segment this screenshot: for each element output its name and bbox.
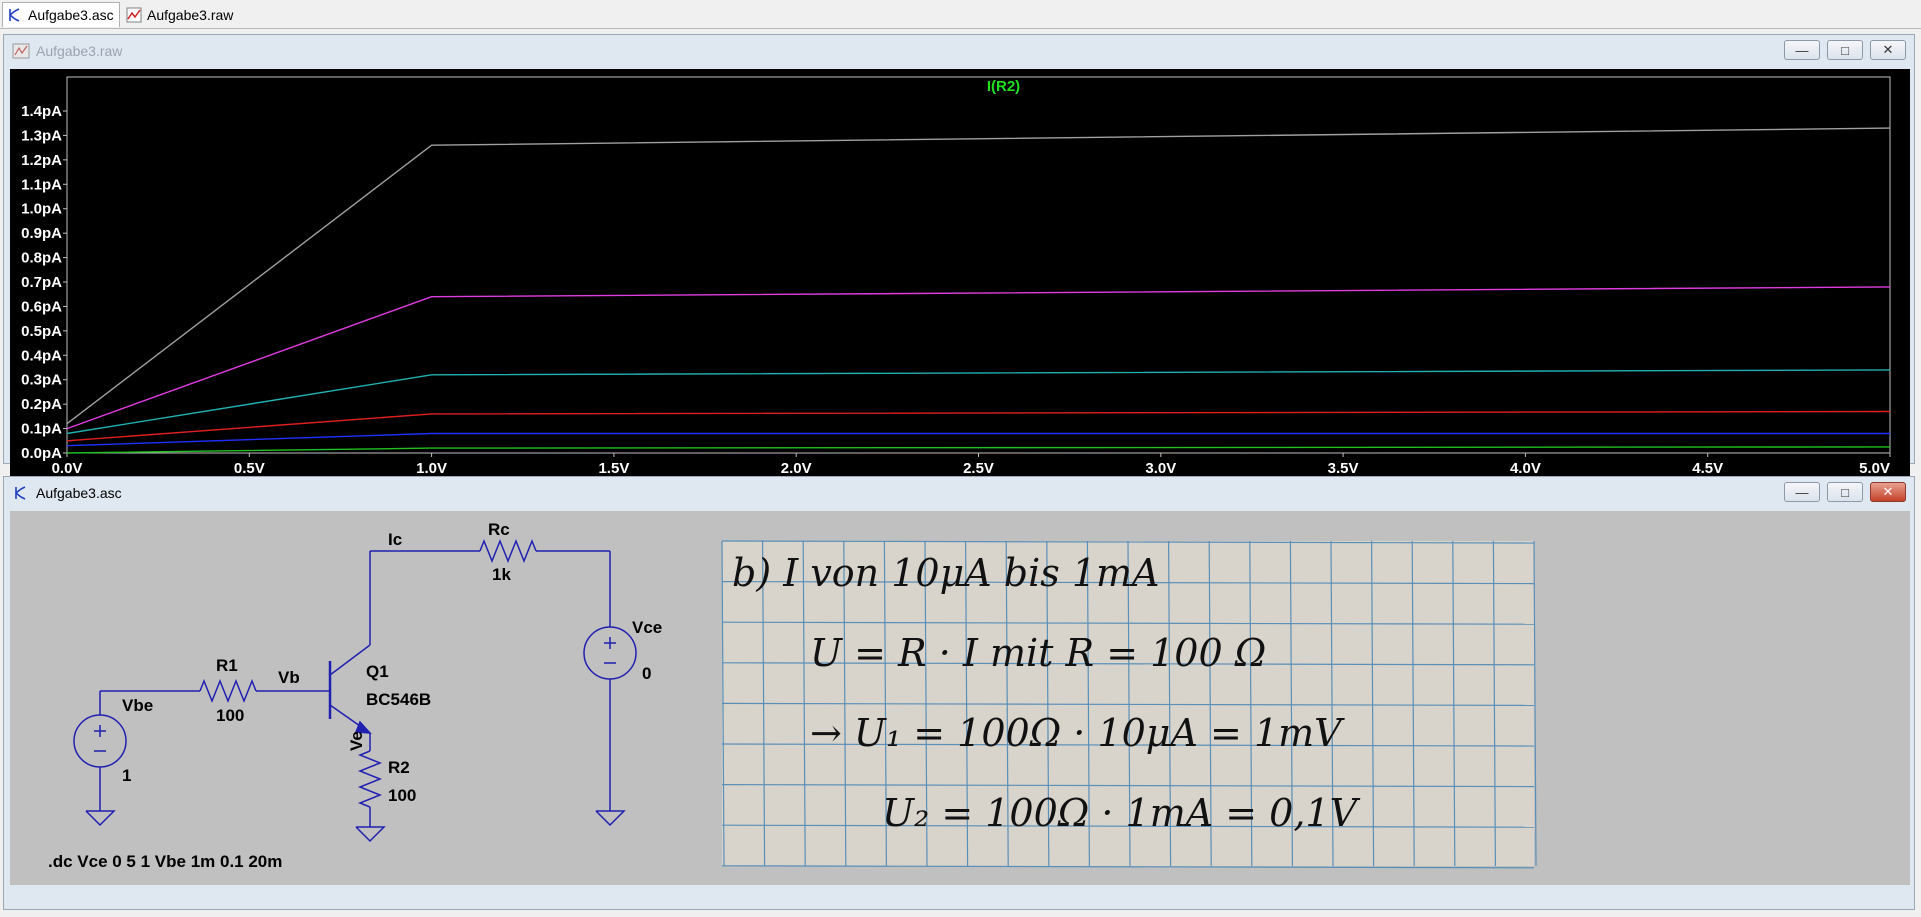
r2-value-label: 100 [388, 786, 416, 805]
y-tick-label: 1.4pA [21, 103, 62, 120]
x-tick-label: 2.0V [781, 460, 812, 477]
tab-waveform-label: Aufgabe3.raw [147, 6, 234, 23]
vbe-name-label: Vbe [122, 696, 153, 715]
minimize-button[interactable]: — [1784, 40, 1820, 60]
x-tick-label: 3.5V [1328, 460, 1359, 477]
chart-title: I(R2) [987, 78, 1020, 95]
handwritten-note-image[interactable]: b) I von 10μA bis 1mA U = R · I mit R = … [721, 540, 1537, 869]
tab-waveform[interactable]: Aufgabe3.raw [122, 2, 234, 27]
series-line-5 [66, 432, 1890, 447]
note-line-2: U = R · I mit R = 100 Ω [810, 631, 1266, 675]
vbe-source-symbol[interactable] [73, 714, 127, 768]
y-tick-label: 0.1pA [21, 421, 62, 438]
x-tick-label: 3.0V [1145, 460, 1176, 477]
y-tick-label: 1.1pA [21, 176, 62, 193]
y-tick-label: 1.2pA [21, 152, 62, 169]
series-line-1 [66, 127, 1891, 425]
close-icon: ✕ [1882, 484, 1894, 499]
maximize-button[interactable]: □ [1827, 482, 1863, 502]
note-line-4: U₂ = 100Ω · 1mA = 0,1V [882, 791, 1361, 835]
schematic-canvas[interactable]: Ic Rc 1k Vce 0 R1 100 Vb Q1 BC546B Ve R2… [10, 511, 1910, 885]
vce-name-label: Vce [632, 618, 662, 637]
document-tab-bar: Aufgabe3.asc Aufgabe3.raw [0, 0, 1921, 29]
q1-collector [329, 644, 371, 676]
y-tick-label: 0.3pA [21, 372, 62, 389]
schematic-window-controls: — □ ✕ [1777, 482, 1906, 502]
ground-symbol [85, 810, 116, 827]
y-tick-label: 1.0pA [21, 201, 62, 218]
waveform-icon [12, 43, 30, 59]
waveform-chart[interactable]: I(R2)0.0pA0.1pA0.2pA0.3pA0.4pA0.5pA0.6pA… [10, 69, 1910, 491]
minimize-icon: — [1795, 484, 1809, 500]
close-icon: ✕ [1882, 42, 1894, 57]
waveform-window-titlebar[interactable]: Aufgabe3.raw [4, 35, 1914, 66]
rc-value-label: 1k [492, 565, 511, 584]
rc-symbol[interactable] [479, 538, 537, 564]
x-tick-label: 5.0V [1859, 460, 1890, 477]
schematic-icon [7, 7, 23, 23]
q1-name-label: Q1 [366, 662, 389, 681]
y-tick-label: 0.8pA [21, 250, 62, 267]
r1-value-label: 100 [216, 706, 244, 725]
ic-net-label: Ic [388, 530, 402, 549]
x-tick-label: 4.5V [1692, 460, 1723, 477]
vb-net-label: Vb [278, 668, 300, 687]
maximize-button[interactable]: □ [1827, 40, 1863, 60]
waveform-window-title: Aufgabe3.raw [36, 42, 123, 59]
y-tick-label: 0.7pA [21, 274, 62, 291]
vce-value-label: 0 [642, 664, 651, 683]
y-tick-label: 1.3pA [21, 127, 62, 144]
ve-net-label: Ve [347, 731, 366, 751]
y-tick-label: 0.5pA [21, 323, 62, 340]
x-tick-label: 4.0V [1510, 460, 1541, 477]
schematic-drawing[interactable]: Ic Rc 1k Vce 0 R1 100 Vb Q1 BC546B Ve R2… [10, 511, 1910, 885]
waveform-icon [126, 7, 142, 23]
ground-symbol [355, 826, 386, 843]
spice-directive[interactable]: .dc Vce 0 5 1 Vbe 1m 0.1 20m [48, 852, 282, 871]
tab-schematic[interactable]: Aufgabe3.asc [2, 2, 120, 27]
tab-schematic-label: Aufgabe3.asc [28, 7, 114, 23]
maximize-icon: □ [1841, 484, 1849, 500]
q1-model-label: BC546B [366, 690, 431, 709]
waveform-window-controls: — □ ✕ [1777, 40, 1906, 60]
note-line-1: b) I von 10μA bis 1mA [732, 551, 1160, 595]
wires [73, 538, 637, 843]
y-tick-label: 0.4pA [21, 347, 62, 364]
plot-area[interactable]: I(R2) 0.0pA 0.1pA 0.2pA 0.3pA 0.4pA 0.5pA 0.6pA… [10, 69, 1910, 491]
note-line-3: → U₁ = 100Ω · 10μA = 1mV [810, 711, 1345, 755]
schematic-window-titlebar[interactable]: Aufgabe3.asc [4, 477, 1914, 508]
x-tick-label: 2.5V [963, 460, 994, 477]
ground-symbol [595, 810, 626, 827]
y-tick-label: 0.9pA [21, 225, 62, 242]
x-tick-label: 0.0V [52, 460, 83, 477]
r2-symbol[interactable] [357, 750, 383, 808]
r1-name-label: R1 [216, 656, 238, 675]
minimize-button[interactable]: — [1784, 482, 1820, 502]
maximize-icon: □ [1841, 42, 1849, 58]
plot-frame [66, 76, 1891, 454]
r2-name-label: R2 [388, 758, 410, 777]
waveform-window[interactable]: Aufgabe3.raw — □ ✕ I(R2) 0.0pA 0.1pA 0.2pA 0… [3, 34, 1915, 491]
series-line-3 [66, 369, 1891, 435]
x-tick-label: 0.5V [234, 460, 265, 477]
x-tick-label: 1.0V [416, 460, 447, 477]
r1-symbol[interactable] [199, 678, 257, 704]
close-button[interactable]: ✕ [1870, 482, 1906, 502]
series-line-2 [66, 286, 1891, 430]
vce-source-symbol[interactable] [583, 626, 637, 680]
close-button[interactable]: ✕ [1870, 40, 1906, 60]
y-tick-label: 0.2pA [21, 396, 62, 413]
vbe-value-label: 1 [122, 766, 131, 785]
series-line-6 [66, 446, 1891, 454]
schematic-window-title: Aufgabe3.asc [36, 484, 122, 501]
schematic-icon [12, 485, 30, 501]
minimize-icon: — [1795, 42, 1809, 58]
x-tick-label: 1.5V [598, 460, 629, 477]
schematic-labels: Ic Rc 1k Vce 0 R1 100 Vb Q1 BC546B Ve R2… [48, 520, 662, 871]
rc-name-label: Rc [488, 520, 510, 539]
schematic-window[interactable]: Aufgabe3.asc — □ ✕ Ic Rc 1k Vce 0 R1 100… [3, 476, 1915, 910]
y-tick-label: 0.6pA [21, 298, 62, 315]
